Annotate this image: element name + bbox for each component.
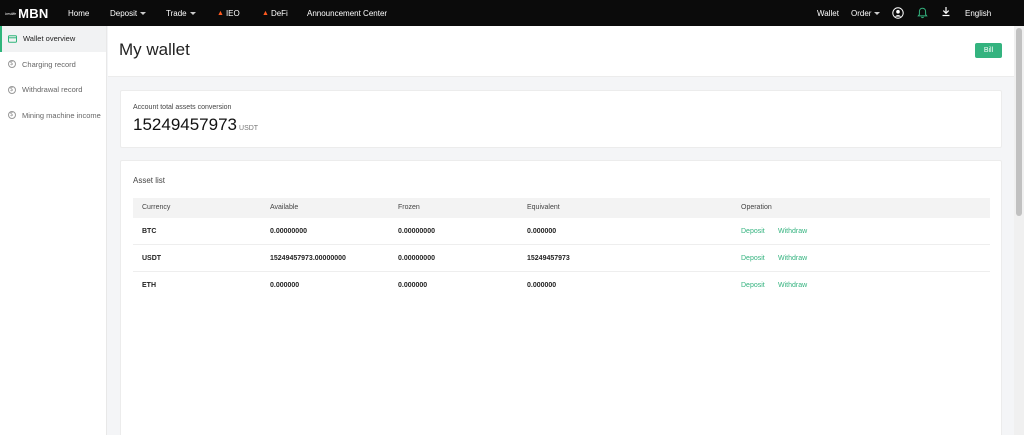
total-assets-value: 15249457973 USDT: [133, 115, 258, 135]
column-header-equivalent: Equivalent: [527, 204, 560, 211]
sidebar-item-mining-machine-income[interactable]: $ Mining machine income: [0, 103, 106, 129]
asset-table: Currency Available Frozen Equivalent Ope…: [133, 198, 990, 299]
nav-defi-label: DeFi: [270, 8, 288, 18]
sidebar-item-label: Mining machine income: [22, 110, 101, 120]
nav-trade[interactable]: Trade: [166, 0, 196, 26]
page-title: My wallet: [119, 40, 190, 59]
deposit-link[interactable]: Deposit: [741, 272, 765, 299]
deposit-link[interactable]: Deposit: [741, 218, 765, 245]
nav-order[interactable]: Order: [851, 0, 881, 26]
cell-currency: BTC: [142, 228, 157, 235]
asset-list-card: Asset list Currency Available Frozen Equ…: [120, 160, 1002, 435]
cell-currency: USDT: [142, 255, 162, 262]
column-header-frozen: Frozen: [398, 204, 420, 211]
chevron-down-icon: [874, 11, 881, 15]
cell-available: 15249457973.00000000: [270, 255, 346, 262]
fire-icon: ▲: [262, 9, 269, 17]
table-row: BTC 0.00000000 0.00000000 0.000000 Depos…: [133, 218, 990, 245]
sidebar-item-label: Charging record: [22, 59, 76, 69]
asset-list-title: Asset list: [133, 176, 166, 185]
bell-icon[interactable]: [915, 6, 929, 20]
cell-currency: ETH: [142, 282, 156, 289]
nav-ieo-label: IEO: [225, 8, 240, 18]
wallet-icon: [8, 34, 17, 43]
nav-announcement-center[interactable]: Announcement Center: [307, 0, 387, 26]
withdraw-link[interactable]: Withdraw: [778, 218, 807, 245]
coin-icon: $: [7, 60, 16, 69]
chevron-down-icon: [189, 11, 196, 15]
cell-frozen: 0.00000000: [398, 255, 435, 262]
withdraw-link[interactable]: Withdraw: [778, 245, 807, 272]
nav-order-label: Order: [851, 8, 872, 18]
brand-logo[interactable]: bestlife MBN: [5, 6, 63, 21]
nav-deposit[interactable]: Deposit: [110, 0, 147, 26]
sidebar-item-charging-record[interactable]: $ Charging record: [0, 52, 106, 78]
user-icon[interactable]: [891, 6, 905, 20]
chevron-down-icon: [140, 11, 147, 15]
cell-equivalent: 15249457973: [527, 255, 570, 262]
column-header-operation: Operation: [741, 204, 772, 211]
nav-defi[interactable]: ▲ DeFi: [262, 0, 288, 26]
table-header: Currency Available Frozen Equivalent Ope…: [133, 198, 990, 218]
total-assets-amount: 15249457973: [133, 115, 238, 134]
column-header-currency: Currency: [142, 204, 171, 211]
scrollbar-thumb[interactable]: [1016, 28, 1022, 216]
nav-ieo[interactable]: ▲ IEO: [217, 0, 240, 26]
page-header: My wallet Bill: [108, 26, 1014, 77]
cell-available: 0.000000: [270, 282, 300, 289]
column-header-available: Available: [270, 204, 299, 211]
bill-button[interactable]: Bill: [975, 43, 1002, 58]
sidebar-item-label: Wallet overview: [23, 34, 76, 44]
nav-deposit-label: Deposit: [110, 8, 138, 18]
table-row: ETH 0.000000 0.000000 0.000000 Deposit W…: [133, 272, 990, 299]
nav-wallet[interactable]: Wallet: [817, 0, 839, 26]
download-icon[interactable]: [939, 4, 953, 18]
total-assets-label: Account total assets conversion: [133, 104, 232, 111]
fire-icon: ▲: [217, 9, 224, 17]
withdraw-link[interactable]: Withdraw: [778, 272, 807, 299]
brand-tagline: bestlife: [5, 10, 17, 16]
cell-frozen: 0.000000: [398, 282, 428, 289]
top-navbar: bestlife MBN Home Deposit Trade ▲ IEO ▲ …: [0, 0, 1024, 26]
sidebar: Wallet overview $ Charging record $ With…: [0, 26, 107, 435]
nav-announcement-label: Announcement Center: [307, 8, 388, 18]
nav-trade-label: Trade: [166, 8, 187, 18]
language-label: English: [965, 8, 992, 18]
nav-wallet-label: Wallet: [817, 8, 839, 18]
total-assets-unit: USDT: [239, 125, 259, 132]
sidebar-item-withdrawal-record[interactable]: $ Withdrawal record: [0, 77, 106, 103]
total-assets-card: Account total assets conversion 15249457…: [120, 90, 1002, 148]
page-scrollbar[interactable]: [1014, 26, 1024, 435]
nav-home[interactable]: Home: [68, 0, 89, 26]
language-selector[interactable]: English: [965, 0, 991, 26]
sidebar-item-label: Withdrawal record: [22, 85, 83, 95]
table-row: USDT 15249457973.00000000 0.00000000 152…: [133, 245, 990, 272]
coin-icon: $: [7, 111, 16, 120]
sidebar-item-wallet-overview[interactable]: Wallet overview: [0, 26, 106, 52]
coin-icon: $: [7, 85, 16, 94]
cell-equivalent: 0.000000: [527, 228, 557, 235]
cell-frozen: 0.00000000: [398, 228, 435, 235]
cell-equivalent: 0.000000: [527, 282, 557, 289]
cell-available: 0.00000000: [270, 228, 307, 235]
nav-home-label: Home: [68, 8, 90, 18]
deposit-link[interactable]: Deposit: [741, 245, 765, 272]
brand-name: MBN: [18, 5, 49, 21]
